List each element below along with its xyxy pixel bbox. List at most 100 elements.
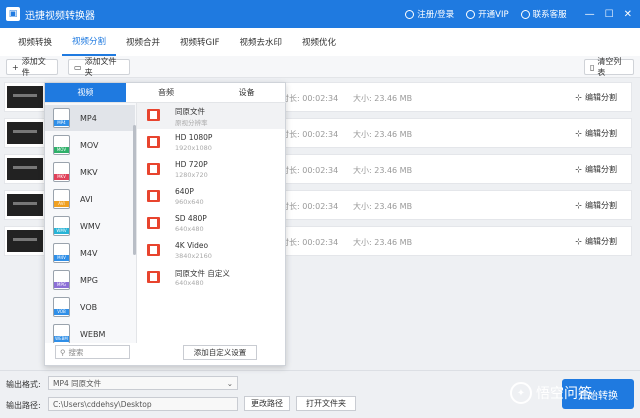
plus-icon: +: [12, 62, 19, 72]
format-item-avi[interactable]: AVI AVI: [45, 186, 135, 212]
resolution-item[interactable]: 640P 960x640: [137, 184, 285, 210]
edit-split-button[interactable]: ⊹ 编辑分割: [575, 92, 617, 103]
output-path-label: 输出路径:: [6, 401, 41, 410]
file-video-icon: M4V: [53, 243, 70, 263]
duration-text: 时长: 00:02:34: [281, 238, 339, 247]
edit-split-button[interactable]: ⊹ 编辑分割: [575, 200, 617, 211]
output-format-select[interactable]: MP4 同原文件 ⌄: [48, 376, 238, 390]
resolution-item[interactable]: 同原文件 自定义 640x480: [137, 265, 285, 291]
split-icon: ⊹: [575, 165, 582, 174]
split-icon: ⊹: [575, 129, 582, 138]
title-bar: ▣ 迅捷视频转换器 注册/登录 开通VIP 联系客服 — ☐ ✕: [0, 0, 640, 28]
film-icon: [147, 163, 160, 175]
edit-split-button[interactable]: ⊹ 编辑分割: [575, 236, 617, 247]
vip-icon: [466, 9, 476, 19]
tab-video-merge[interactable]: 视频合并: [116, 28, 170, 56]
add-file-button[interactable]: + 添加文件: [6, 57, 58, 77]
file-video-icon: MP4: [53, 108, 70, 128]
file-video-icon: MPG: [53, 270, 70, 290]
file-video-icon: MKV: [53, 162, 70, 182]
service-icon: [520, 9, 530, 19]
format-popup: 视频 音频 设备 MP4 MP4 MOV MOV MKV MKV AVI AVI WMV…: [44, 82, 287, 366]
format-item-vob[interactable]: VOB VOB: [45, 294, 135, 320]
duration-text: 时长: 00:02:34: [281, 130, 339, 139]
main-tabs: 视频转换 视频分割 视频合并 视频转GIF 视频去水印 视频优化: [0, 28, 640, 56]
format-item-webm[interactable]: WEBM WEBM: [45, 321, 135, 343]
minimize-button[interactable]: —: [585, 9, 595, 20]
resolution-item[interactable]: HD 720P 1280x720: [137, 157, 285, 183]
video-thumbnail: [7, 158, 43, 180]
close-button[interactable]: ✕: [624, 9, 632, 20]
duration-text: 时长: 00:02:34: [281, 166, 339, 175]
format-item-wmv[interactable]: WMV WMV: [45, 213, 135, 239]
clear-list-button[interactable]: ▯ 清空列表: [584, 57, 634, 77]
split-icon: ⊹: [575, 201, 582, 210]
format-item-mpg[interactable]: MPG MPG: [45, 267, 135, 293]
file-video-icon: MOV: [53, 135, 70, 155]
size-text: 大小: 23.46 MB: [353, 202, 413, 211]
size-text: 大小: 23.46 MB: [353, 130, 413, 139]
trash-icon: ▯: [590, 62, 595, 72]
split-icon: ⊹: [575, 93, 582, 102]
user-icon: [405, 9, 415, 19]
wukong-logo-icon: ✦: [510, 382, 532, 404]
file-video-icon: WMV: [53, 216, 70, 236]
format-item-mkv[interactable]: MKV MKV: [45, 159, 135, 185]
edit-split-button[interactable]: ⊹ 编辑分割: [575, 128, 617, 139]
tab-video-gif[interactable]: 视频转GIF: [170, 28, 229, 56]
format-item-mp4[interactable]: MP4 MP4: [45, 105, 135, 131]
film-icon: [147, 271, 160, 283]
search-icon: ⚲: [60, 347, 66, 357]
edit-split-button[interactable]: ⊹ 编辑分割: [575, 164, 617, 175]
film-icon: [147, 217, 160, 229]
change-path-button[interactable]: 更改路径: [244, 396, 290, 411]
tab-video-watermark[interactable]: 视频去水印: [230, 28, 293, 56]
video-thumbnail: [7, 86, 43, 108]
login-link[interactable]: 注册/登录: [405, 8, 454, 20]
format-search-input[interactable]: ⚲ 搜索: [55, 345, 130, 359]
format-item-mov[interactable]: MOV MOV: [45, 132, 135, 158]
tab-video-split[interactable]: 视频分割: [62, 28, 117, 56]
video-thumbnail: [7, 230, 43, 252]
size-text: 大小: 23.46 MB: [353, 238, 413, 247]
size-text: 大小: 23.46 MB: [353, 94, 413, 103]
popup-tab-video[interactable]: 视频: [45, 83, 126, 102]
format-list: MP4 MP4 MOV MOV MKV MKV AVI AVI WMV WMV M4V M4…: [45, 103, 137, 343]
add-custom-setting-button[interactable]: 添加自定义设置: [183, 345, 257, 360]
file-video-icon: WEBM: [53, 324, 70, 343]
video-thumbnail: [7, 122, 43, 144]
resolution-item[interactable]: 同原文件 原视分辨率: [137, 103, 285, 129]
service-link[interactable]: 联系客服: [520, 8, 567, 20]
film-icon: [147, 109, 160, 121]
app-title: 迅捷视频转换器: [25, 10, 95, 22]
file-video-icon: VOB: [53, 297, 70, 317]
duration-text: 时长: 00:02:34: [281, 202, 339, 211]
resolution-item[interactable]: 4K Video 3840x2160: [137, 238, 285, 264]
split-icon: ⊹: [575, 237, 582, 246]
video-thumbnail: [7, 194, 43, 216]
popup-tab-audio[interactable]: 音频: [126, 83, 207, 102]
file-video-icon: AVI: [53, 189, 70, 209]
open-folder-button[interactable]: 打开文件夹: [296, 396, 356, 411]
tab-video-optimize[interactable]: 视频优化: [292, 28, 346, 56]
output-format-label: 输出格式:: [6, 380, 41, 389]
film-icon: [147, 136, 160, 148]
format-item-m4v[interactable]: M4V M4V: [45, 240, 135, 266]
tab-video-convert[interactable]: 视频转换: [8, 28, 62, 56]
popup-tab-device[interactable]: 设备: [206, 83, 287, 102]
film-icon: [147, 190, 160, 202]
app-logo-icon: ▣: [6, 7, 20, 21]
output-path-field[interactable]: C:\Users\cddehsy\Desktop: [48, 397, 238, 411]
resolution-item[interactable]: SD 480P 640x480: [137, 211, 285, 237]
format-list-scrollbar[interactable]: [133, 125, 136, 255]
chevron-down-icon: ⌄: [226, 378, 233, 388]
resolution-item[interactable]: HD 1080P 1920x1080: [137, 130, 285, 156]
maximize-button[interactable]: ☐: [605, 9, 614, 20]
popup-tabs: 视频 音频 设备: [45, 83, 287, 103]
toolbar: + 添加文件 ▭ 添加文件夹 ▯ 清空列表: [0, 56, 640, 78]
wukong-watermark: ✦ 悟空问答: [510, 378, 630, 408]
film-icon: [147, 244, 160, 256]
add-folder-button[interactable]: ▭ 添加文件夹: [68, 57, 130, 77]
vip-link[interactable]: 开通VIP: [466, 8, 509, 20]
folder-icon: ▭: [74, 62, 82, 72]
